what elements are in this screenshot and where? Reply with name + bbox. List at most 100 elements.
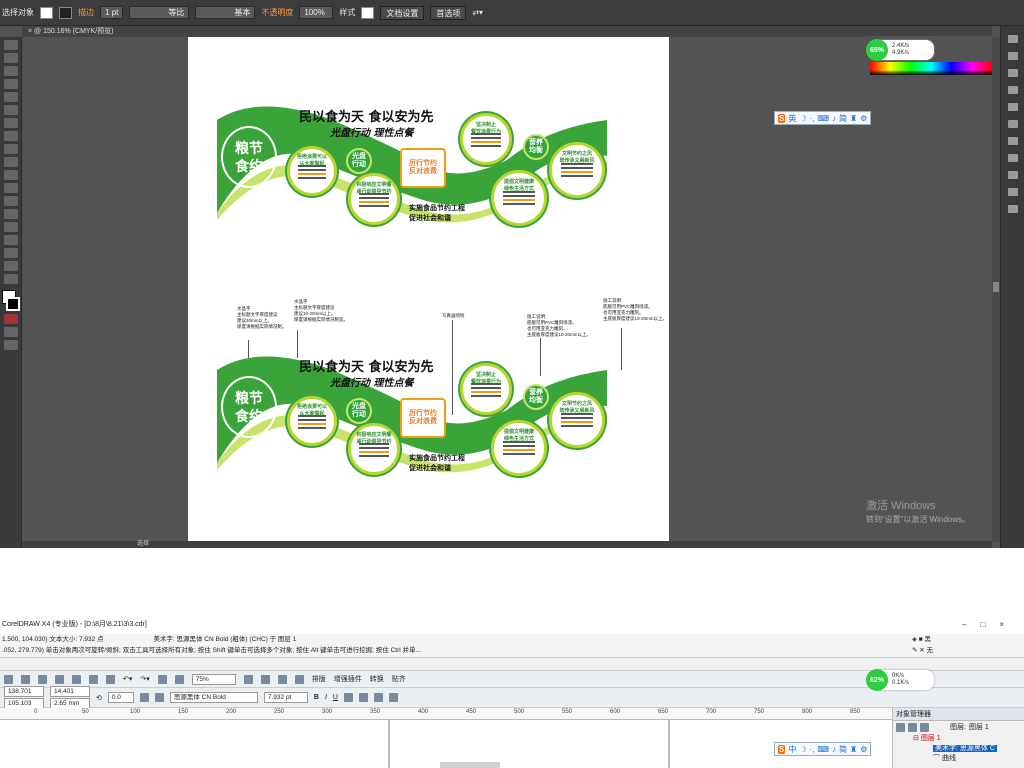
- ime-toolbar[interactable]: S 英 ☽ ·, ⌨ ♪ 简 ♜ ⚙: [774, 111, 872, 125]
- paintbrush-tool-icon[interactable]: [3, 118, 18, 128]
- stroke-swatch[interactable]: [59, 6, 72, 19]
- text-direction-icon[interactable]: [388, 693, 398, 702]
- align-icon[interactable]: [343, 693, 353, 702]
- network-speed-widget-2[interactable]: 62% 0K/s 0.1K/s: [866, 669, 934, 691]
- swatches-panel-icon[interactable]: [1007, 52, 1018, 60]
- width-input[interactable]: 14.401 mm: [50, 686, 90, 705]
- document-setup-button[interactable]: 文档设置: [380, 5, 425, 20]
- edit-across-layers-icon[interactable]: [908, 722, 917, 732]
- opacity-label[interactable]: 不透明度: [261, 7, 293, 18]
- pen-tool-icon[interactable]: [3, 66, 18, 76]
- ime-lang-toggle[interactable]: 中: [788, 744, 796, 755]
- font-size-dropdown[interactable]: 7.932 pt: [263, 692, 308, 703]
- draw-mode-icon[interactable]: [3, 327, 18, 337]
- warp-tool-icon[interactable]: [3, 183, 18, 193]
- paste-icon[interactable]: [106, 674, 115, 684]
- preferences-button[interactable]: 首选项: [430, 5, 467, 20]
- window-controls[interactable]: –□×: [962, 616, 1018, 634]
- zoom-dropdown[interactable]: 75%: [191, 673, 236, 685]
- rotate-tool-icon[interactable]: [3, 157, 18, 167]
- menu-snap[interactable]: 贴齐: [392, 674, 406, 684]
- stroke-color-icon[interactable]: [6, 297, 20, 311]
- pencil-tool-icon[interactable]: [3, 131, 18, 141]
- ime-moon-icon[interactable]: ☽: [799, 114, 806, 123]
- ime-keyboard-icon[interactable]: ⌨: [817, 745, 829, 754]
- shape-builder-tool-icon[interactable]: [3, 209, 18, 219]
- drawing-canvas[interactable]: [0, 720, 892, 768]
- undo-icon[interactable]: ↶▾: [123, 675, 132, 683]
- new-icon[interactable]: [4, 674, 13, 684]
- ime-skin-icon[interactable]: ♜: [850, 114, 857, 123]
- type-tool-icon[interactable]: [3, 79, 18, 89]
- opacity-input[interactable]: 100%: [299, 6, 334, 19]
- object-row-selected[interactable]: 美术字: 思源黑体 C: [893, 743, 1024, 753]
- ime-simplified-toggle[interactable]: 简: [839, 113, 847, 124]
- font-name-dropdown[interactable]: 思源黑体 CN Bold: [169, 692, 258, 703]
- rectangle-tool-icon[interactable]: [3, 105, 18, 115]
- redo-icon[interactable]: ↷▾: [140, 675, 149, 683]
- perspective-tool-icon[interactable]: [3, 222, 18, 232]
- menu-typeset[interactable]: 排版: [312, 674, 326, 684]
- x-position-input[interactable]: 138.701 mm: [4, 686, 44, 705]
- menu-plugins[interactable]: 增强插件: [334, 674, 362, 684]
- stroke-weight-dropdown[interactable]: 1 pt: [100, 6, 124, 19]
- color-panel-icon[interactable]: [1007, 35, 1018, 43]
- import-icon[interactable]: [157, 674, 167, 684]
- expand-icon[interactable]: ⊟: [913, 735, 921, 742]
- save-icon[interactable]: [38, 674, 47, 684]
- gradient-tool-icon[interactable]: [3, 248, 18, 258]
- stroke-label[interactable]: 描边: [78, 7, 94, 18]
- selection-tool-icon[interactable]: [3, 40, 18, 50]
- brush-dropdown[interactable]: 基本: [195, 6, 256, 19]
- arrange-icon[interactable]: ⇄▾: [472, 8, 483, 17]
- mirror-h-icon[interactable]: [139, 693, 149, 702]
- eyedropper-tool-icon[interactable]: [3, 261, 18, 271]
- ime-voice-icon[interactable]: ♪: [832, 745, 836, 754]
- artwork-design-top[interactable]: 粮节 食约 民以食为天 食以安为先 光盘行动 理性点餐 拒绝浪费可以 从大家做起…: [217, 98, 617, 228]
- scroll-thumb[interactable]: [993, 282, 999, 292]
- mirror-v-icon[interactable]: [154, 693, 164, 702]
- graphic-styles-panel-icon[interactable]: [1007, 171, 1018, 179]
- ime-punct-icon[interactable]: ·,: [810, 745, 815, 754]
- style-swatch[interactable]: [361, 6, 375, 19]
- layers-panel-icon[interactable]: [1007, 188, 1018, 196]
- ime-toolbar-2[interactable]: S 中 ☽ ·, ⌨ ♪ 简 ♜ ⚙: [774, 742, 872, 756]
- stroke-panel-icon[interactable]: [1007, 103, 1018, 111]
- export-icon[interactable]: [174, 674, 184, 684]
- show-properties-icon[interactable]: [896, 722, 905, 732]
- network-speed-widget[interactable]: 65% 2.4K/s 4.9K/s: [866, 39, 934, 61]
- transparency-panel-icon[interactable]: [1007, 137, 1018, 145]
- paragraph-format-icon[interactable]: [373, 693, 383, 702]
- document-tab[interactable]: × @ 150.16% (CMYK/预览): [22, 26, 992, 37]
- copy-icon[interactable]: [89, 674, 98, 684]
- artboards-panel-icon[interactable]: [1007, 205, 1018, 213]
- cut-icon[interactable]: [72, 674, 81, 684]
- stroke-profile-dropdown[interactable]: 等比: [129, 6, 190, 19]
- free-transform-tool-icon[interactable]: [3, 196, 18, 206]
- eraser-tool-icon[interactable]: [3, 144, 18, 154]
- horizontal-scrollbar[interactable]: 选择: [22, 541, 992, 548]
- artwork-design-bottom[interactable]: 粮节 食约 民以食为天 食以安为先 光盘行动 理性点餐 拒绝浪费可以 从大家做起…: [217, 348, 617, 478]
- bullet-icon[interactable]: [358, 693, 368, 702]
- zoom-out-icon[interactable]: [260, 674, 270, 684]
- direct-selection-tool-icon[interactable]: [3, 53, 18, 63]
- gradient-panel-icon[interactable]: [1007, 120, 1018, 128]
- zoom-all-icon[interactable]: [294, 674, 304, 684]
- print-icon[interactable]: [55, 674, 64, 684]
- close-tab-icon[interactable]: ×: [28, 28, 32, 35]
- ime-skin-icon[interactable]: ♜: [850, 745, 857, 754]
- ime-lang-toggle[interactable]: 英: [788, 113, 796, 124]
- bold-icon[interactable]: B: [314, 694, 319, 701]
- zoom-page-icon[interactable]: [277, 674, 287, 684]
- scale-tool-icon[interactable]: [3, 170, 18, 180]
- none-color-icon[interactable]: [3, 314, 18, 324]
- layer-manager-icon[interactable]: [920, 722, 929, 732]
- object-row[interactable]: ⌒ 曲线: [893, 753, 1024, 763]
- zoom-tool-icon[interactable]: [3, 274, 18, 284]
- vertical-scrollbar[interactable]: [992, 37, 1000, 542]
- ime-settings-icon[interactable]: ⚙: [860, 745, 867, 754]
- italic-icon[interactable]: I: [325, 694, 327, 701]
- brushes-panel-icon[interactable]: [1007, 69, 1018, 77]
- ime-moon-icon[interactable]: ☽: [799, 745, 806, 754]
- menu-convert[interactable]: 转换: [370, 674, 384, 684]
